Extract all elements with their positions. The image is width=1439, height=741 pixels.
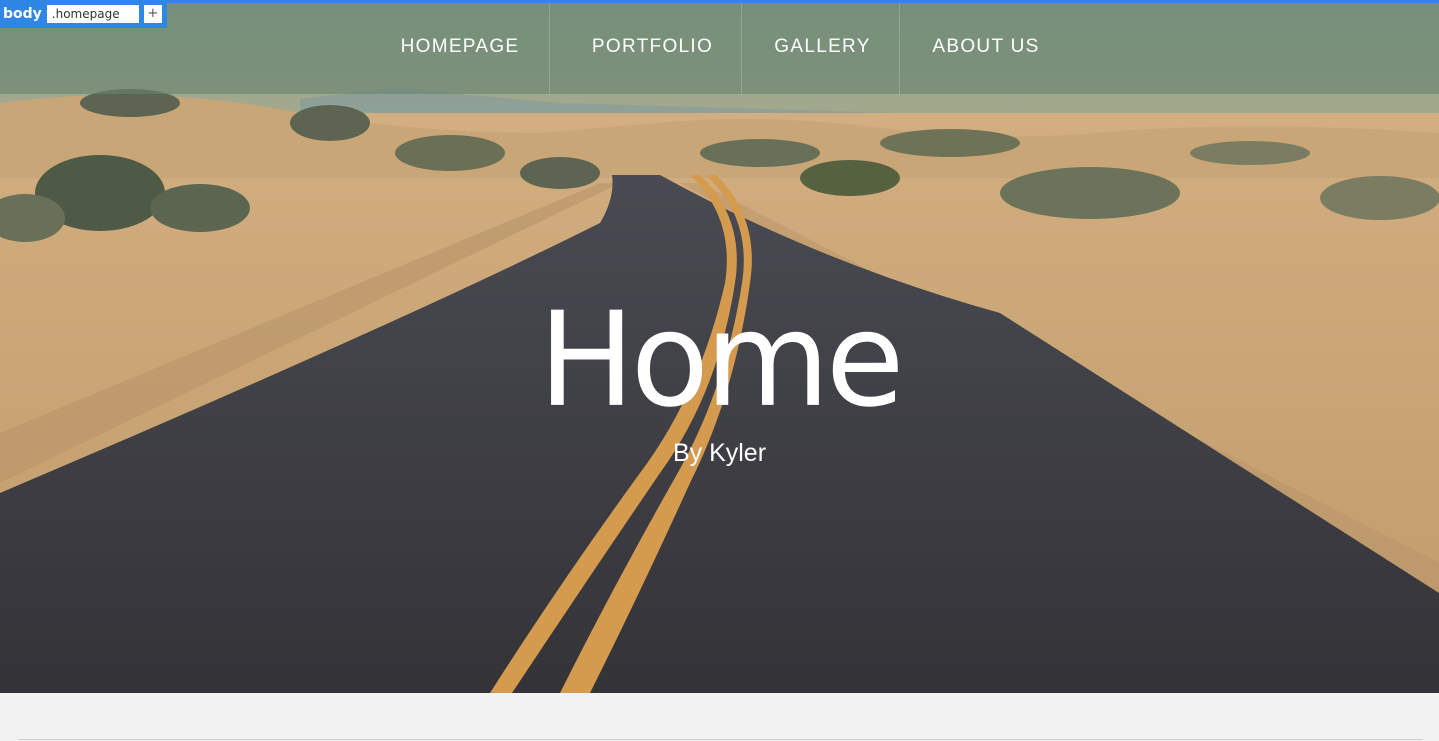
nav-divider xyxy=(741,3,742,94)
main-navigation: HOMEPAGE PORTFOLIO GALLERY ABOUT US xyxy=(0,3,1439,94)
nav-divider xyxy=(899,3,900,94)
hero-subtitle: By Kyler xyxy=(672,439,767,467)
add-class-button[interactable]: + xyxy=(143,5,162,23)
hero-section: HOMEPAGE PORTFOLIO GALLERY ABOUT US Home… xyxy=(0,3,1439,693)
selection-outline xyxy=(0,0,1439,3)
nav-item-about-us[interactable]: ABOUT US xyxy=(912,3,1060,94)
hero-title: Home xyxy=(538,284,905,437)
class-name-input[interactable]: .homepage xyxy=(46,5,139,23)
nav-divider xyxy=(549,3,550,94)
section-divider xyxy=(18,739,1423,740)
element-tag-label: body xyxy=(3,6,42,22)
nav-item-homepage[interactable]: HOMEPAGE xyxy=(385,3,535,94)
nav-item-gallery[interactable]: GALLERY xyxy=(755,3,890,94)
element-selector-badge: body .homepage + xyxy=(0,0,167,28)
nav-item-portfolio[interactable]: PORTFOLIO xyxy=(575,3,730,94)
